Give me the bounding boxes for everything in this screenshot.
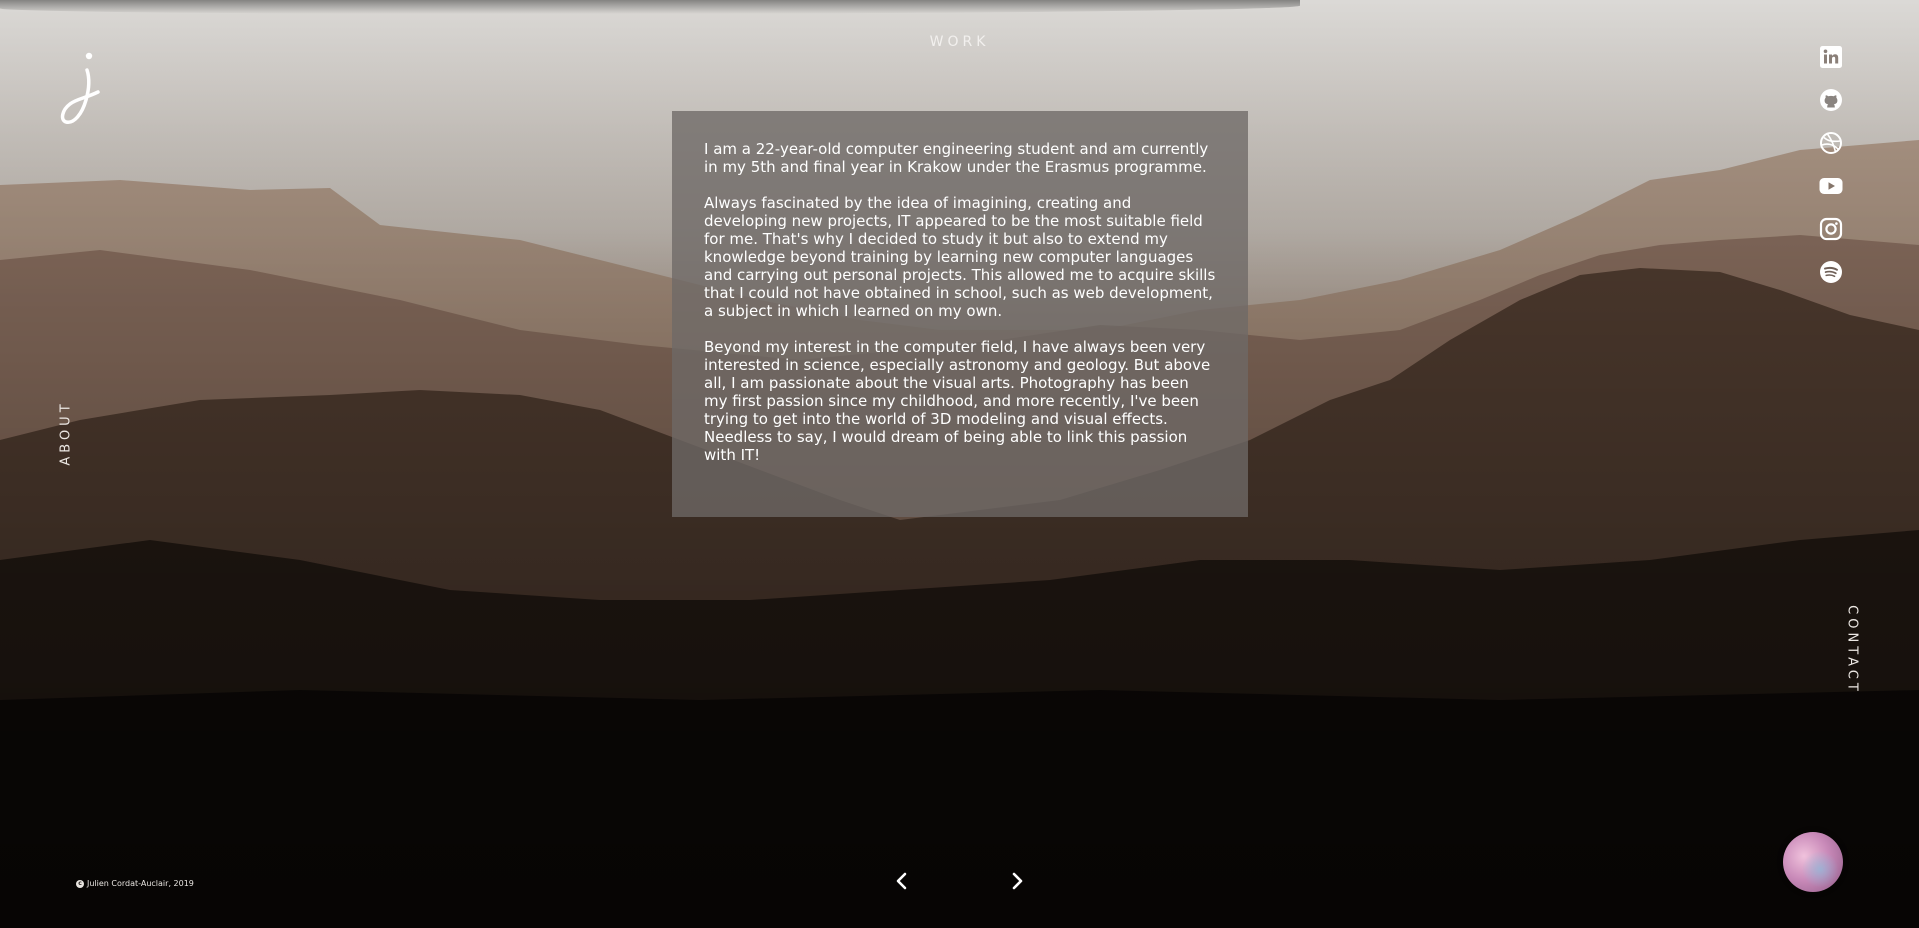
nav-contact-link[interactable]: CONTACT [1845, 605, 1860, 695]
linkedin-icon[interactable] [1819, 45, 1843, 69]
copyright-icon: c [76, 879, 84, 888]
nav-work-link[interactable]: WORK [0, 34, 1919, 50]
dribbble-icon[interactable] [1819, 131, 1843, 155]
github-icon[interactable] [1819, 88, 1843, 112]
spotify-icon[interactable] [1819, 260, 1843, 284]
copyright: c Julien Cordat-Auclair, 2019 [76, 879, 194, 888]
nav-about-link[interactable]: ABOUT [59, 400, 74, 465]
orb-button[interactable] [1783, 832, 1843, 892]
social-links [1819, 45, 1843, 303]
about-paragraph: Always fascinated by the idea of imagini… [704, 194, 1216, 320]
about-card: I am a 22-year-old computer engineering … [672, 111, 1248, 517]
chevron-left-icon[interactable] [894, 872, 910, 890]
about-paragraph: Beyond my interest in the computer field… [704, 338, 1211, 464]
about-paragraph: I am a 22-year-old computer engineering … [704, 140, 1209, 176]
instagram-icon[interactable] [1819, 217, 1843, 241]
chevron-right-icon[interactable] [1009, 872, 1025, 890]
youtube-icon[interactable] [1819, 174, 1843, 198]
copyright-text: Julien Cordat-Auclair, 2019 [87, 879, 194, 888]
logo-j[interactable] [56, 48, 106, 128]
